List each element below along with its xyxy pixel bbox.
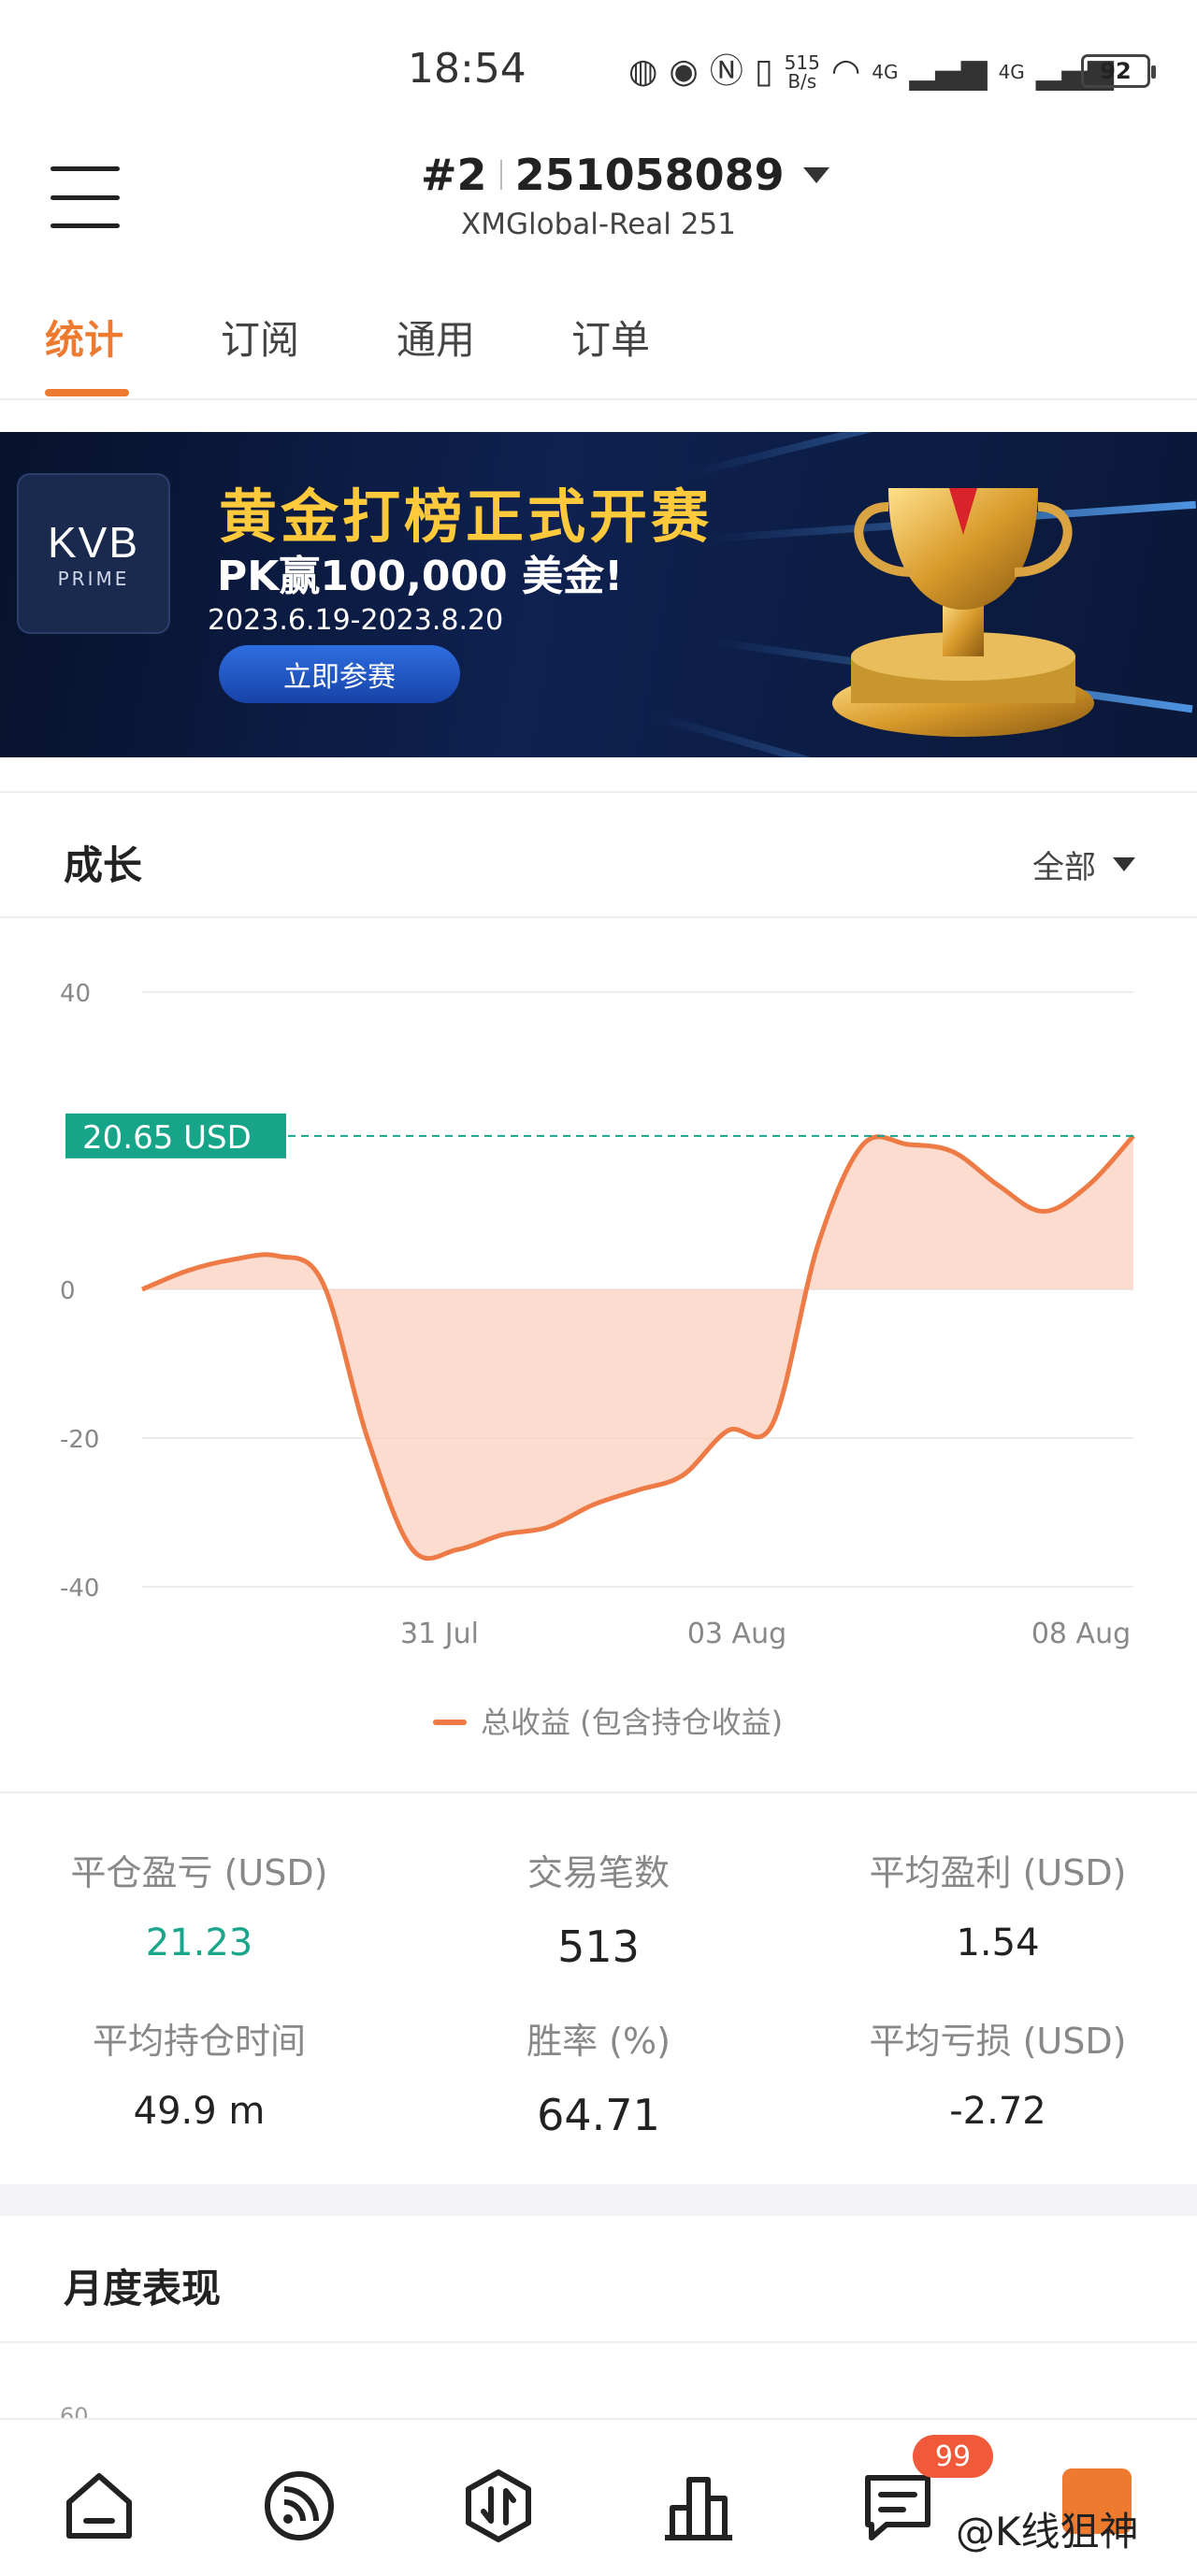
server-name: XMGlobal-Real 251 <box>461 208 736 241</box>
section-title: 成长 <box>64 842 143 888</box>
stat-trade-count: 交易笔数 513 <box>399 1844 798 1972</box>
x-tick-label: 08 Aug <box>1031 1618 1131 1650</box>
banner-subtitle: PK赢100,000 美金! <box>217 553 624 600</box>
battery-icon: 92 <box>1081 54 1156 88</box>
banner-title: 黄金打榜正式开赛 <box>219 482 714 551</box>
stat-label: 平均盈利 (USD) <box>869 1852 1127 1893</box>
net-type-2: 4G <box>998 61 1025 83</box>
stat-label: 平均持仓时间 <box>92 2021 306 2062</box>
net-type-1: 4G <box>872 61 899 83</box>
x-tick-label: 03 Aug <box>687 1618 786 1650</box>
stat-value: 513 <box>557 1921 640 1972</box>
growth-section-header: 成长 全部 <box>0 791 1197 918</box>
y-tick-label: -20 <box>60 1426 99 1454</box>
series-area <box>142 1135 1133 1559</box>
tab-orders[interactable]: 订单 <box>571 309 650 366</box>
tab-bar: 统计 订阅 通用 订单 <box>0 299 1197 400</box>
stat-label: 胜率 (%) <box>526 2021 671 2062</box>
current-value-label: 20.65 USD <box>82 1119 252 1157</box>
watermark-text: @K线狙神 <box>956 2509 1139 2554</box>
banner-dates: 2023.6.19-2023.8.20 <box>208 604 504 637</box>
stats-grid: 平仓盈亏 (USD) 21.23 交易笔数 513 平均盈利 (USD) 1.5… <box>0 1792 1197 2184</box>
range-filter-label: 全部 <box>1032 849 1096 886</box>
stat-value: 64.71 <box>537 2090 660 2140</box>
section-title: 月度表现 <box>64 2266 222 2311</box>
stat-avg-profit: 平均盈利 (USD) 1.54 <box>799 1844 1197 1964</box>
range-filter[interactable]: 全部 <box>1032 842 1135 887</box>
stat-closed-pnl: 平仓盈亏 (USD) 21.23 <box>0 1844 398 1964</box>
kvb-logo: KVB PRIME <box>17 473 170 634</box>
stat-avg-hold-time: 平均持仓时间 49.9 m <box>0 2012 398 2133</box>
clock: 18:54 <box>408 45 526 93</box>
stat-win-rate: 胜率 (%) 64.71 <box>399 2012 798 2140</box>
chart-icon[interactable] <box>659 2467 738 2545</box>
x-tick-label: 31 Jul <box>400 1618 479 1650</box>
nfc-icon: Ⓝ <box>709 52 743 91</box>
tab-stats[interactable]: 统计 <box>45 309 123 366</box>
y-tick-label: 40 <box>60 980 91 1008</box>
network-speed: 515 B/s <box>784 51 820 93</box>
trade-icon[interactable] <box>459 2467 538 2545</box>
app-header: #2 251058089 XMGlobal-Real 251 <box>0 140 1197 262</box>
y-tick-label: -40 <box>60 1575 99 1603</box>
signal-icon: ▂▄▆ <box>909 52 988 91</box>
section-divider <box>0 2184 1197 2216</box>
stat-value: 1.54 <box>956 1921 1040 1964</box>
stat-label: 交易笔数 <box>526 1852 670 1893</box>
home-icon[interactable] <box>60 2467 138 2545</box>
stat-value: -2.72 <box>949 2090 1046 2133</box>
legend-label: 总收益 (包含持仓收益) <box>481 1705 783 1740</box>
stat-value: 21.23 <box>145 1921 253 1964</box>
message-count-badge: 99 <box>913 2435 993 2478</box>
account-selector[interactable]: #2 251058089 <box>421 150 829 200</box>
tab-general[interactable]: 通用 <box>397 309 475 366</box>
monthly-section-header: 月度表现 <box>0 2216 1197 2343</box>
growth-chart-svg: 40 0 -20 -40 20.65 USD 31 Jul 03 Aug 08 Aug 总收益 … <box>60 980 1135 1740</box>
status-icons: ◍ ◉ Ⓝ ▯ 515 B/s ◠ 4G ▂▄▆ 4G ▂▄▆ <box>628 49 1114 95</box>
vibrate-icon: ▯ <box>754 52 773 91</box>
y-tick-label: 0 <box>60 1277 76 1305</box>
status-bar: 18:54 ◍ ◉ Ⓝ ▯ 515 B/s ◠ 4G ▂▄▆ 4G ▂▄▆ 92 <box>0 0 1197 140</box>
eye-icon: ◉ <box>669 52 699 91</box>
stat-value: 49.9 m <box>133 2090 266 2133</box>
stat-avg-loss: 平均亏损 (USD) -2.72 <box>799 2012 1197 2133</box>
stat-label: 平均亏损 (USD) <box>869 2021 1127 2062</box>
join-button[interactable]: 立即参赛 <box>219 645 460 703</box>
growth-chart: 40 0 -20 -40 20.65 USD 31 Jul 03 Aug 08 Aug 总收益 … <box>0 921 1197 1763</box>
account-rank: #2 <box>421 150 487 200</box>
trophy-icon <box>832 488 1094 737</box>
chevron-down-icon <box>1113 857 1135 871</box>
data-saver-icon: ◍ <box>628 52 658 91</box>
separator <box>499 160 502 190</box>
stat-label: 平仓盈亏 (USD) <box>70 1852 328 1893</box>
bottom-nav: 99 @K线狙神 <box>0 2418 1197 2576</box>
promo-banner[interactable]: KVB PRIME 黄金打榜正式开赛 PK赢100,000 美金! 2023.6… <box>0 432 1197 757</box>
message-icon[interactable] <box>858 2467 937 2545</box>
tab-subscribe[interactable]: 订阅 <box>221 309 299 366</box>
chevron-down-icon <box>802 166 829 183</box>
feed-icon[interactable] <box>260 2467 339 2545</box>
account-number: 251058089 <box>514 150 785 200</box>
wifi-icon: ◠ <box>830 52 861 91</box>
active-tab-indicator <box>45 389 129 396</box>
